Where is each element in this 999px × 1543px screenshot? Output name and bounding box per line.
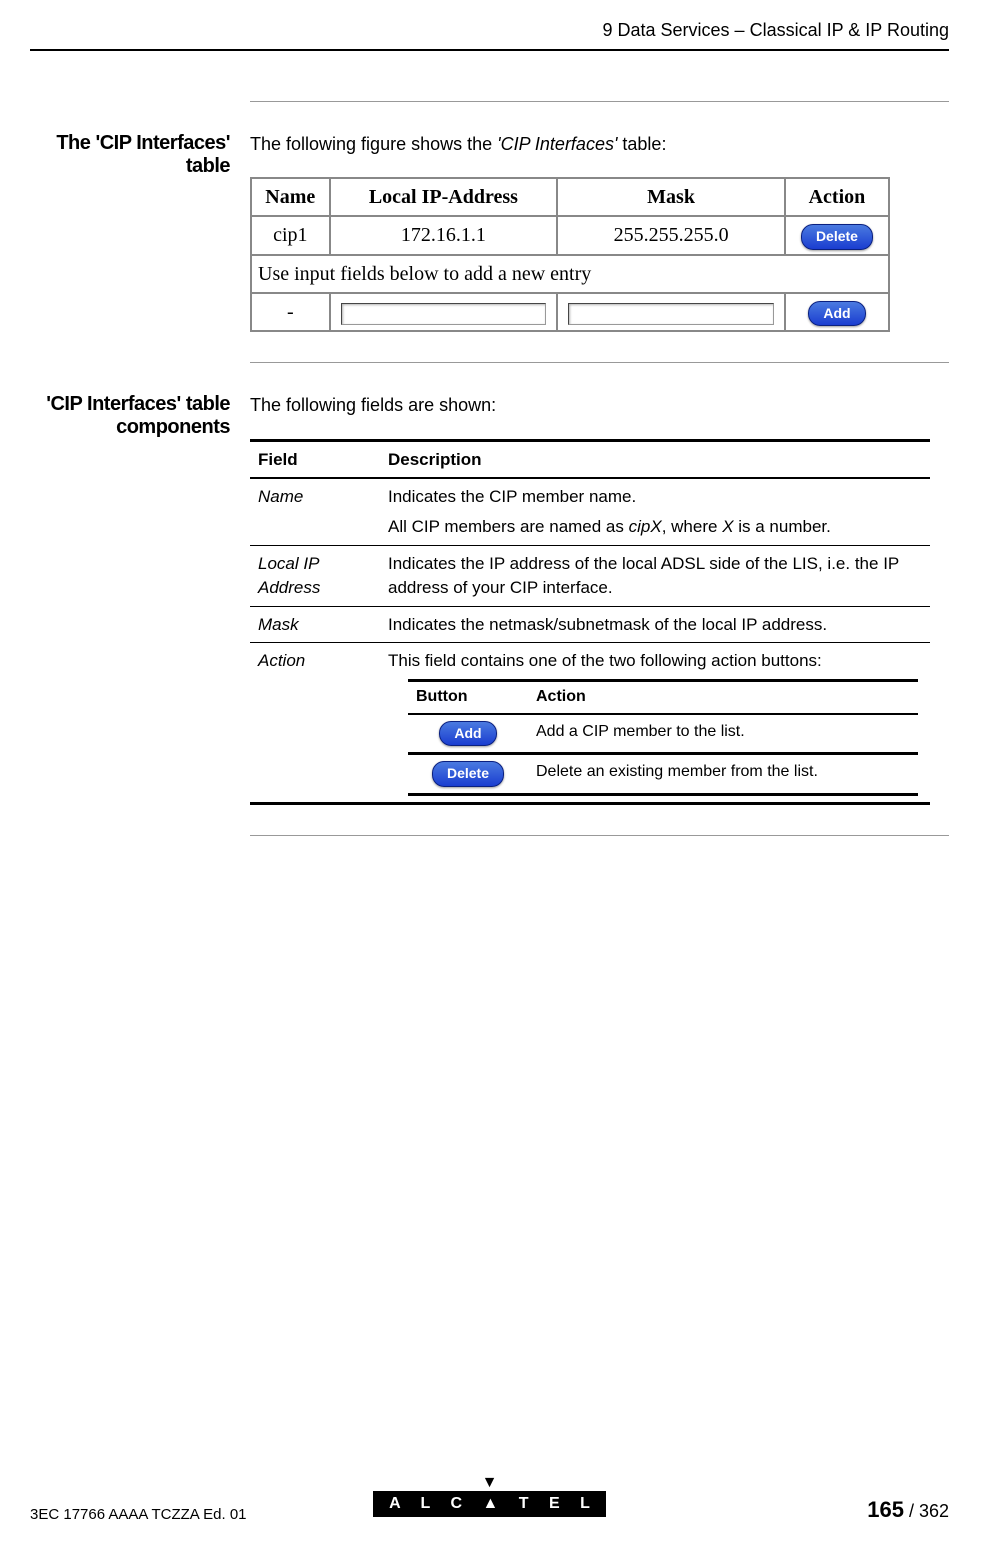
intro-text: The following fields are shown: xyxy=(250,393,949,418)
ba-button-cell: Delete xyxy=(408,754,528,795)
page-number: 165 xyxy=(867,1497,904,1522)
field-name: Name xyxy=(250,478,380,545)
col-mask: Mask xyxy=(557,178,785,216)
intro-pre: The following figure shows the xyxy=(250,134,497,154)
field-desc: Indicates the CIP member name. All CIP m… xyxy=(380,478,930,545)
add-name: - xyxy=(251,293,330,332)
add-action: Add xyxy=(785,293,889,332)
intro-post: table: xyxy=(617,134,666,154)
section-body: The following fields are shown: Field De… xyxy=(250,393,949,804)
ba-desc: Delete an existing member from the list. xyxy=(528,754,918,795)
ba-header-button: Button xyxy=(408,681,528,714)
section-divider xyxy=(250,362,949,363)
cell-action: Delete xyxy=(785,216,889,255)
ba-header-action: Action xyxy=(528,681,918,714)
page-indicator: 165 / 362 xyxy=(867,1497,949,1523)
col-ip: Local IP-Address xyxy=(330,178,558,216)
ba-desc: Add a CIP member to the list. xyxy=(528,714,918,754)
ba-button-cell: Add xyxy=(408,714,528,754)
col-action: Action xyxy=(785,178,889,216)
section-cip-table: The 'CIP Interfaces' table The following… xyxy=(30,132,949,332)
cell-name: cip1 xyxy=(251,216,330,255)
triangle-down-icon: ▼ xyxy=(30,1475,949,1491)
section-body: The following figure shows the 'CIP Inte… xyxy=(250,132,949,332)
desc-line: This field contains one of the two follo… xyxy=(388,649,922,673)
desc-line: All CIP members are named as cipX, where… xyxy=(388,515,922,539)
field-name: Local IP Address xyxy=(250,545,380,606)
field-desc: Indicates the netmask/subnetmask of the … xyxy=(380,606,930,643)
delete-button[interactable]: Delete xyxy=(432,761,504,787)
button-action-table: Button Action Add Add a CIP member to th… xyxy=(408,679,918,796)
section-divider xyxy=(250,101,949,102)
section-divider xyxy=(250,835,949,836)
add-button[interactable]: Add xyxy=(808,301,865,327)
intro-text: The following figure shows the 'CIP Inte… xyxy=(250,132,949,157)
add-mask-cell xyxy=(557,293,785,332)
helper-text: Use input fields below to add a new entr… xyxy=(251,255,889,293)
field-desc: This field contains one of the two follo… xyxy=(380,643,930,803)
add-button[interactable]: Add xyxy=(439,721,496,747)
table-row: Mask Indicates the netmask/subnetmask of… xyxy=(250,606,930,643)
table-row: Add Add a CIP member to the list. xyxy=(408,714,918,754)
field-description-table: Field Description Name Indicates the CIP… xyxy=(250,439,930,805)
table-row: Delete Delete an existing member from th… xyxy=(408,754,918,795)
chapter-header: 9 Data Services – Classical IP & IP Rout… xyxy=(30,20,949,41)
section-components: 'CIP Interfaces' table components The fo… xyxy=(30,393,949,804)
field-desc: Indicates the IP address of the local AD… xyxy=(380,545,930,606)
cell-mask: 255.255.255.0 xyxy=(557,216,785,255)
field-name: Action xyxy=(250,643,380,803)
header-rule xyxy=(30,49,949,51)
add-row: - Add xyxy=(251,293,889,332)
section-label: The 'CIP Interfaces' table xyxy=(30,132,250,178)
mask-input[interactable] xyxy=(568,303,773,325)
table-row: Local IP Address Indicates the IP addres… xyxy=(250,545,930,606)
page-total: / 362 xyxy=(904,1501,949,1521)
cell-ip: 172.16.1.1 xyxy=(330,216,558,255)
helper-row: Use input fields below to add a new entr… xyxy=(251,255,889,293)
intro-em: 'CIP Interfaces' xyxy=(497,134,617,154)
delete-button[interactable]: Delete xyxy=(801,224,873,250)
page-footer: ▼ A L C ▲ T E L 3EC 17766 AAAA TCZZA Ed.… xyxy=(30,1475,949,1523)
triangle-up-icon: ▲ xyxy=(482,1495,506,1512)
desc-line: Indicates the CIP member name. xyxy=(388,485,922,509)
col-name: Name xyxy=(251,178,330,216)
fd-header-desc: Description xyxy=(380,440,930,478)
fd-header-field: Field xyxy=(250,440,380,478)
section-label: 'CIP Interfaces' table components xyxy=(30,393,250,439)
alcatel-logo: A L C ▲ T E L xyxy=(373,1491,606,1517)
cip-interfaces-table: Name Local IP-Address Mask Action cip1 1… xyxy=(250,177,890,332)
doc-reference: 3EC 17766 AAAA TCZZA Ed. 01 xyxy=(30,1506,247,1523)
ip-input[interactable] xyxy=(341,303,546,325)
table-row: Name Indicates the CIP member name. All … xyxy=(250,478,930,545)
table-row: Action This field contains one of the tw… xyxy=(250,643,930,803)
field-name: Mask xyxy=(250,606,380,643)
add-ip-cell xyxy=(330,293,558,332)
table-row: cip1 172.16.1.1 255.255.255.0 Delete xyxy=(251,216,889,255)
